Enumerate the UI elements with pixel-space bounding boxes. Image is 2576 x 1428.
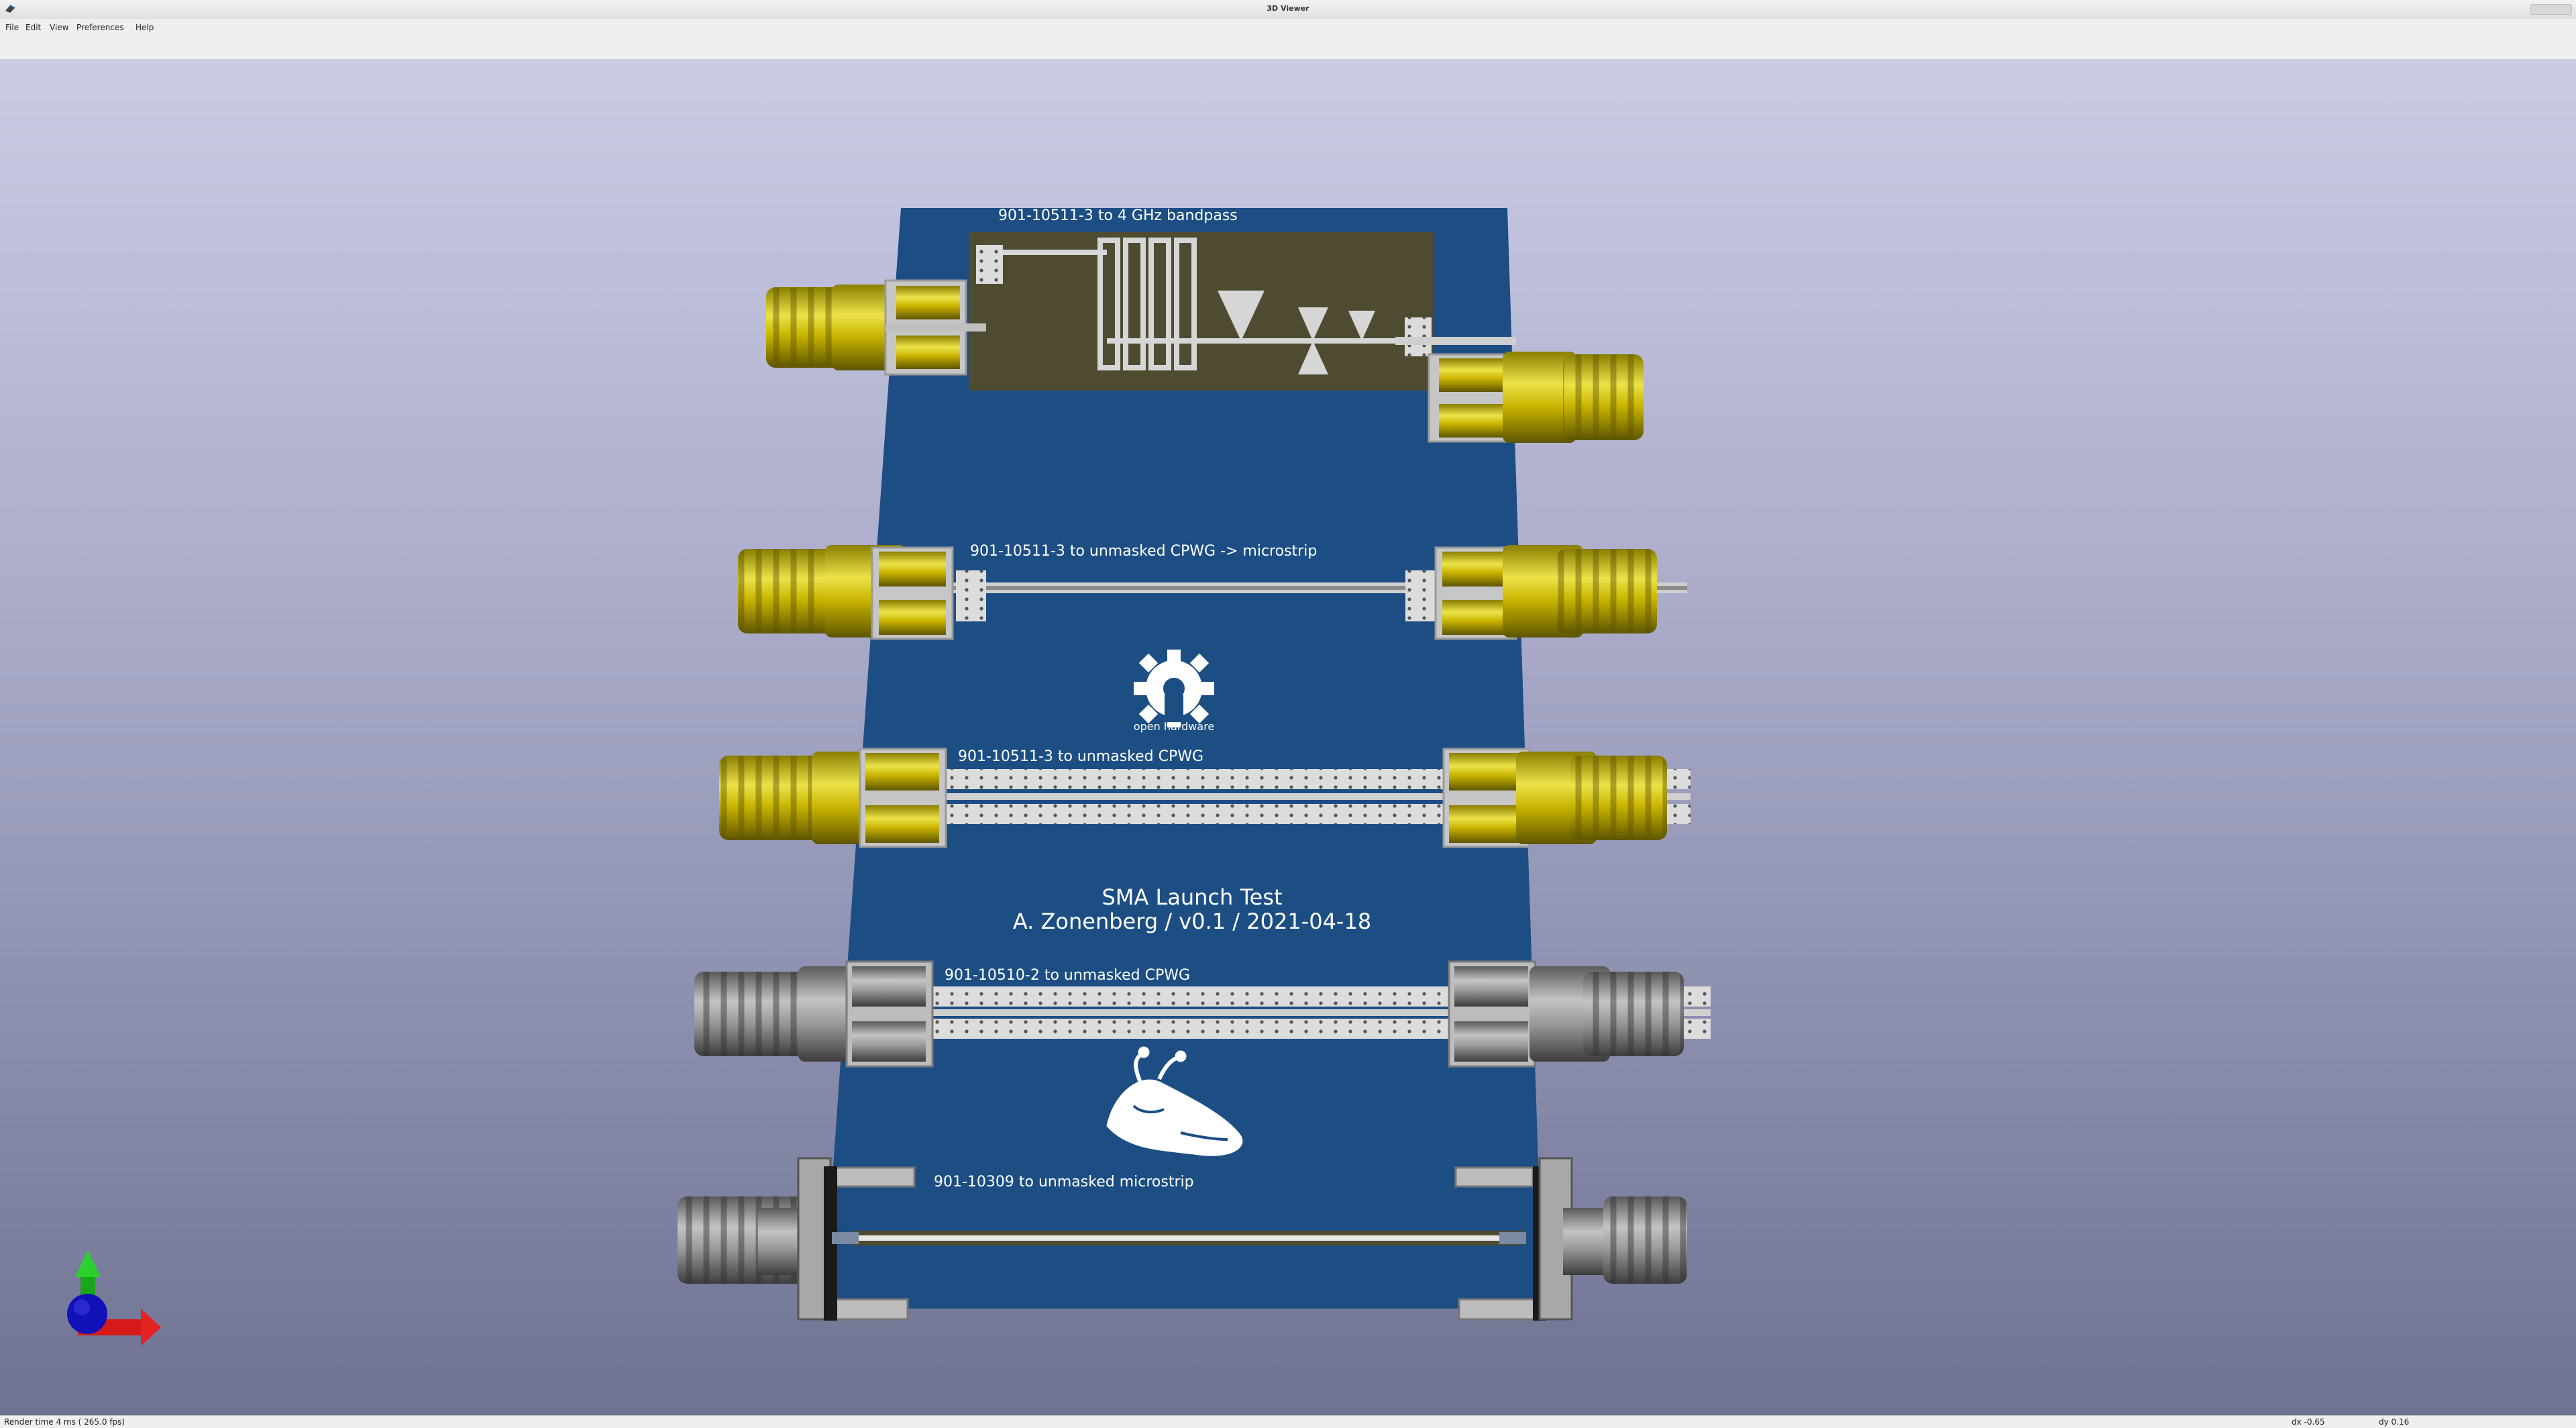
label-microstrip: 901-10309 to unmasked microstrip: [934, 1174, 1194, 1190]
board-render: 901-10511-3 to 4 GHz bandpass 901-10511-…: [67, 207, 1711, 1346]
status-bar: Render time 4 ms ( 265.0 fps) dx -0.65 d…: [0, 1415, 2576, 1428]
sma-connector-silver-1-right: [1448, 960, 1684, 1068]
window-title: 3D Viewer: [1267, 4, 1309, 13]
label-cpwg-1: 901-10511-3 to unmasked CPWG: [958, 748, 1203, 765]
3d-viewport[interactable]: 901-10511-3 to 4 GHz bandpass 901-10511-…: [0, 59, 2576, 1415]
sma-connector-gold-3-left: [719, 748, 947, 848]
board-title: SMA Launch Test: [1102, 884, 1282, 910]
menu-edit[interactable]: Edit: [25, 23, 41, 32]
label-cpwg-microstrip: 901-10511-3 to unmasked CPWG -> microstr…: [970, 543, 1317, 560]
render-time: Render time 4 ms ( 265.0 fps): [4, 1417, 125, 1427]
title-bar: 3D Viewer: [0, 0, 2576, 19]
dx-readout: dx -0.65: [2292, 1417, 2325, 1427]
menu-file[interactable]: File: [5, 23, 19, 32]
sma-connector-gold-2-left: [738, 545, 954, 640]
sma-connector-gold-2-right: [1434, 545, 1657, 640]
sma-connector-gold-1-left: [766, 279, 986, 376]
sma-connector-gold-3-right: [1442, 748, 1667, 848]
oshw-logo: open hardware: [1134, 650, 1214, 733]
label-bandpass: 901-10511-3 to 4 GHz bandpass: [998, 207, 1238, 224]
menu-help[interactable]: Help: [136, 23, 154, 32]
sma-connector-silver-2-left: [678, 1157, 859, 1321]
label-cpwg-2: 901-10510-2 to unmasked CPWG: [945, 967, 1190, 984]
menu-bar: File Edit View Preferences Help: [0, 19, 2576, 35]
oshw-label: open hardware: [1134, 720, 1214, 733]
menu-preferences[interactable]: Preferences: [76, 23, 124, 32]
board-author-version: A. Zonenberg / v0.1 / 2021-04-18: [1013, 909, 1371, 934]
toolbar: [0, 35, 2576, 60]
sma-connector-gold-1-right: [1428, 352, 1644, 443]
menu-view[interactable]: View: [50, 23, 68, 32]
axis-orientation-gizmo: [67, 1250, 161, 1346]
sma-connector-silver-1-left: [694, 960, 934, 1068]
window-controls[interactable]: [2530, 4, 2572, 15]
dy-readout: dy 0.16: [2379, 1417, 2410, 1427]
